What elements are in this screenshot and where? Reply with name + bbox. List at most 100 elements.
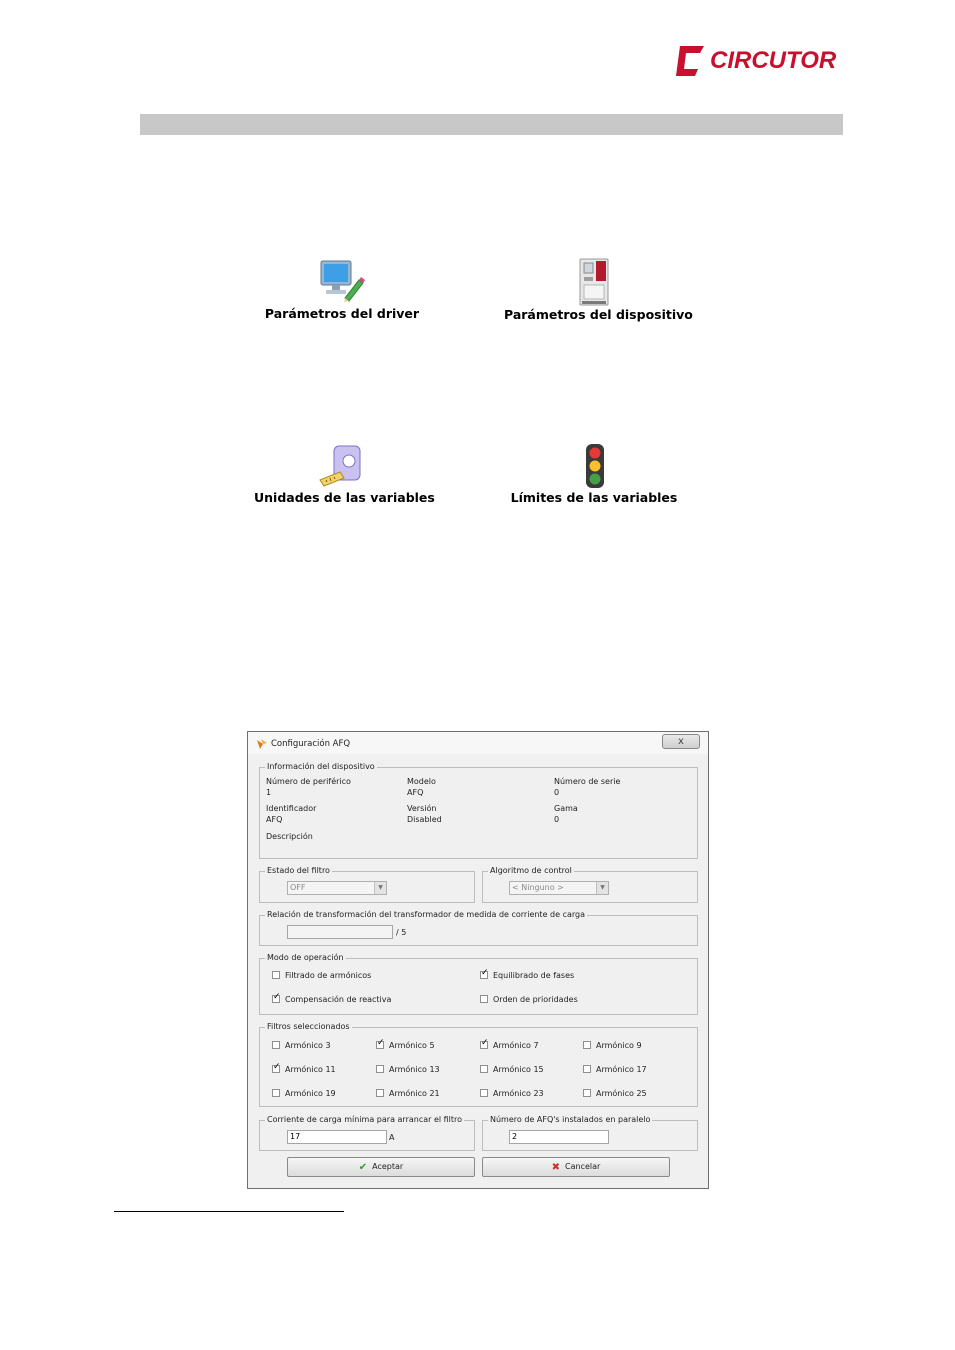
checkbox-box bbox=[272, 971, 280, 979]
checkbox-box bbox=[480, 1065, 488, 1073]
description-label: Descripción bbox=[266, 832, 313, 841]
peripheral-value: 1 bbox=[266, 788, 272, 797]
cancel-x-icon: ✖ bbox=[551, 1162, 561, 1173]
checkbox-label: Orden de prioridades bbox=[493, 995, 578, 1004]
harmonic-13-checkbox[interactable]: Armónico 13 bbox=[376, 1065, 440, 1074]
min-load-current-group: Corriente de carga mínima para arrancar … bbox=[259, 1115, 475, 1151]
min-load-current-value: 17 bbox=[290, 1132, 301, 1141]
filter-state-group: Estado del filtro OFF ▼ bbox=[259, 866, 475, 903]
harmonic-3-checkbox[interactable]: Armónico 3 bbox=[272, 1041, 331, 1050]
model-label: Modelo bbox=[407, 777, 436, 786]
min-load-current-unit: A bbox=[389, 1133, 395, 1142]
control-algorithm-value: < Ninguno > bbox=[512, 883, 564, 892]
harmonic-7-checkbox[interactable]: Armónico 7 bbox=[480, 1038, 539, 1050]
model-value: AFQ bbox=[407, 788, 424, 797]
control-algorithm-select[interactable]: < Ninguno > ▼ bbox=[509, 881, 609, 895]
device-cabinet-icon bbox=[579, 258, 609, 306]
priority-order-checkbox[interactable]: Orden de prioridades bbox=[480, 995, 578, 1004]
checkbox-label: Armónico 3 bbox=[285, 1041, 331, 1050]
close-button[interactable]: x bbox=[662, 734, 700, 749]
checkbox-label: Armónico 23 bbox=[493, 1089, 544, 1098]
afq-parallel-group: Número de AFQ's instalados en paralelo 2 bbox=[482, 1115, 698, 1151]
peripheral-label: Número de periférico bbox=[266, 777, 351, 786]
circutor-logo-mark-icon bbox=[676, 46, 704, 76]
harmonic-5-checkbox[interactable]: Armónico 5 bbox=[376, 1038, 435, 1050]
traffic-light-icon bbox=[586, 444, 604, 488]
variable-limits-tile[interactable]: Límites de las variables bbox=[510, 440, 678, 510]
min-load-current-input[interactable]: 17 bbox=[287, 1130, 387, 1144]
transformer-ratio-suffix: / 5 bbox=[396, 928, 407, 937]
harmonic-19-checkbox[interactable]: Armónico 19 bbox=[272, 1089, 336, 1098]
checkbox-box bbox=[376, 1089, 384, 1097]
ruler-units-icon bbox=[319, 445, 361, 487]
variable-limits-label: Límites de las variables bbox=[510, 490, 678, 505]
checkbox-box bbox=[583, 1065, 591, 1073]
app-icon bbox=[257, 739, 267, 749]
device-info-legend: Información del dispositivo bbox=[265, 762, 377, 771]
range-label: Gama bbox=[554, 804, 578, 813]
checkbox-label: Armónico 9 bbox=[596, 1041, 642, 1050]
device-parameters-label: Parámetros del dispositivo bbox=[504, 307, 693, 322]
checkbox-box bbox=[376, 1038, 385, 1049]
checkbox-box bbox=[480, 995, 488, 1003]
checkbox-label: Armónico 25 bbox=[596, 1089, 647, 1098]
driver-parameters-tile[interactable]: Parámetros del driver bbox=[262, 255, 422, 325]
accept-button[interactable]: ✔ Aceptar bbox=[287, 1157, 475, 1177]
reactive-compensation-checkbox[interactable]: Compensación de reactiva bbox=[272, 992, 392, 1004]
harmonic-filtering-checkbox[interactable]: Filtrado de armónicos bbox=[272, 971, 371, 980]
phase-balancing-checkbox[interactable]: Equilibrado de fases bbox=[480, 968, 575, 980]
checkbox-box bbox=[480, 968, 489, 979]
checkbox-box bbox=[583, 1041, 591, 1049]
afq-parallel-input[interactable]: 2 bbox=[509, 1130, 609, 1144]
device-parameters-tile[interactable]: Parámetros del dispositivo bbox=[504, 255, 693, 325]
close-icon: x bbox=[678, 736, 684, 747]
filter-state-value: OFF bbox=[290, 883, 306, 892]
checkbox-box bbox=[376, 1065, 384, 1073]
serial-label: Número de serie bbox=[554, 777, 621, 786]
control-algorithm-group: Algoritmo de control < Ninguno > ▼ bbox=[482, 866, 698, 903]
checkbox-label: Armónico 7 bbox=[493, 1041, 539, 1050]
harmonic-9-checkbox[interactable]: Armónico 9 bbox=[583, 1041, 642, 1050]
selected-filters-legend: Filtros seleccionados bbox=[265, 1022, 352, 1031]
harmonic-17-checkbox[interactable]: Armónico 17 bbox=[583, 1065, 647, 1074]
serial-value: 0 bbox=[554, 788, 560, 797]
checkbox-box bbox=[480, 1089, 488, 1097]
afq-parallel-value: 2 bbox=[512, 1132, 518, 1141]
range-value: 0 bbox=[554, 815, 560, 824]
checkbox-label: Equilibrado de fases bbox=[493, 971, 575, 980]
identifier-value: AFQ bbox=[266, 815, 283, 824]
selected-filters-group: Filtros seleccionados Armónico 3 Armónic… bbox=[259, 1022, 698, 1107]
chevron-down-icon: ▼ bbox=[374, 882, 386, 894]
footnote-separator bbox=[114, 1211, 344, 1212]
min-load-current-legend: Corriente de carga mínima para arrancar … bbox=[265, 1115, 465, 1124]
control-algorithm-legend: Algoritmo de control bbox=[488, 866, 574, 875]
checkbox-label: Armónico 5 bbox=[389, 1041, 435, 1050]
checkbox-box bbox=[272, 1041, 280, 1049]
harmonic-21-checkbox[interactable]: Armónico 21 bbox=[376, 1089, 440, 1098]
filter-state-select[interactable]: OFF ▼ bbox=[287, 881, 387, 895]
transformer-ratio-input[interactable] bbox=[287, 925, 393, 939]
dialog-titlebar[interactable]: Configuración AFQ x bbox=[248, 732, 708, 754]
checkbox-label: Armónico 21 bbox=[389, 1089, 440, 1098]
dialog-title: Configuración AFQ bbox=[271, 739, 351, 749]
check-icon: ✔ bbox=[358, 1162, 368, 1173]
section-header-bar bbox=[140, 114, 843, 135]
variable-units-label: Unidades de las variables bbox=[254, 490, 435, 505]
harmonic-15-checkbox[interactable]: Armónico 15 bbox=[480, 1065, 544, 1074]
checkbox-label: Armónico 11 bbox=[285, 1065, 336, 1074]
circutor-logo: CIRCUTOR bbox=[674, 44, 846, 78]
harmonic-25-checkbox[interactable]: Armónico 25 bbox=[583, 1089, 647, 1098]
checkbox-label: Compensación de reactiva bbox=[285, 995, 392, 1004]
variable-units-tile[interactable]: Unidades de las variables bbox=[254, 440, 435, 510]
operation-mode-group: Modo de operación Filtrado de armónicos … bbox=[259, 953, 698, 1015]
checkbox-label: Armónico 13 bbox=[389, 1065, 440, 1074]
harmonic-11-checkbox[interactable]: Armónico 11 bbox=[272, 1062, 336, 1074]
driver-parameters-label: Parámetros del driver bbox=[264, 306, 420, 321]
cancel-button[interactable]: ✖ Cancelar bbox=[482, 1157, 670, 1177]
operation-mode-legend: Modo de operación bbox=[265, 953, 346, 962]
version-value: Disabled bbox=[407, 815, 442, 824]
transformer-ratio-legend: Relación de transformación del transform… bbox=[265, 910, 588, 919]
checkbox-label: Armónico 15 bbox=[493, 1065, 544, 1074]
chevron-down-icon: ▼ bbox=[596, 882, 608, 894]
harmonic-23-checkbox[interactable]: Armónico 23 bbox=[480, 1089, 544, 1098]
